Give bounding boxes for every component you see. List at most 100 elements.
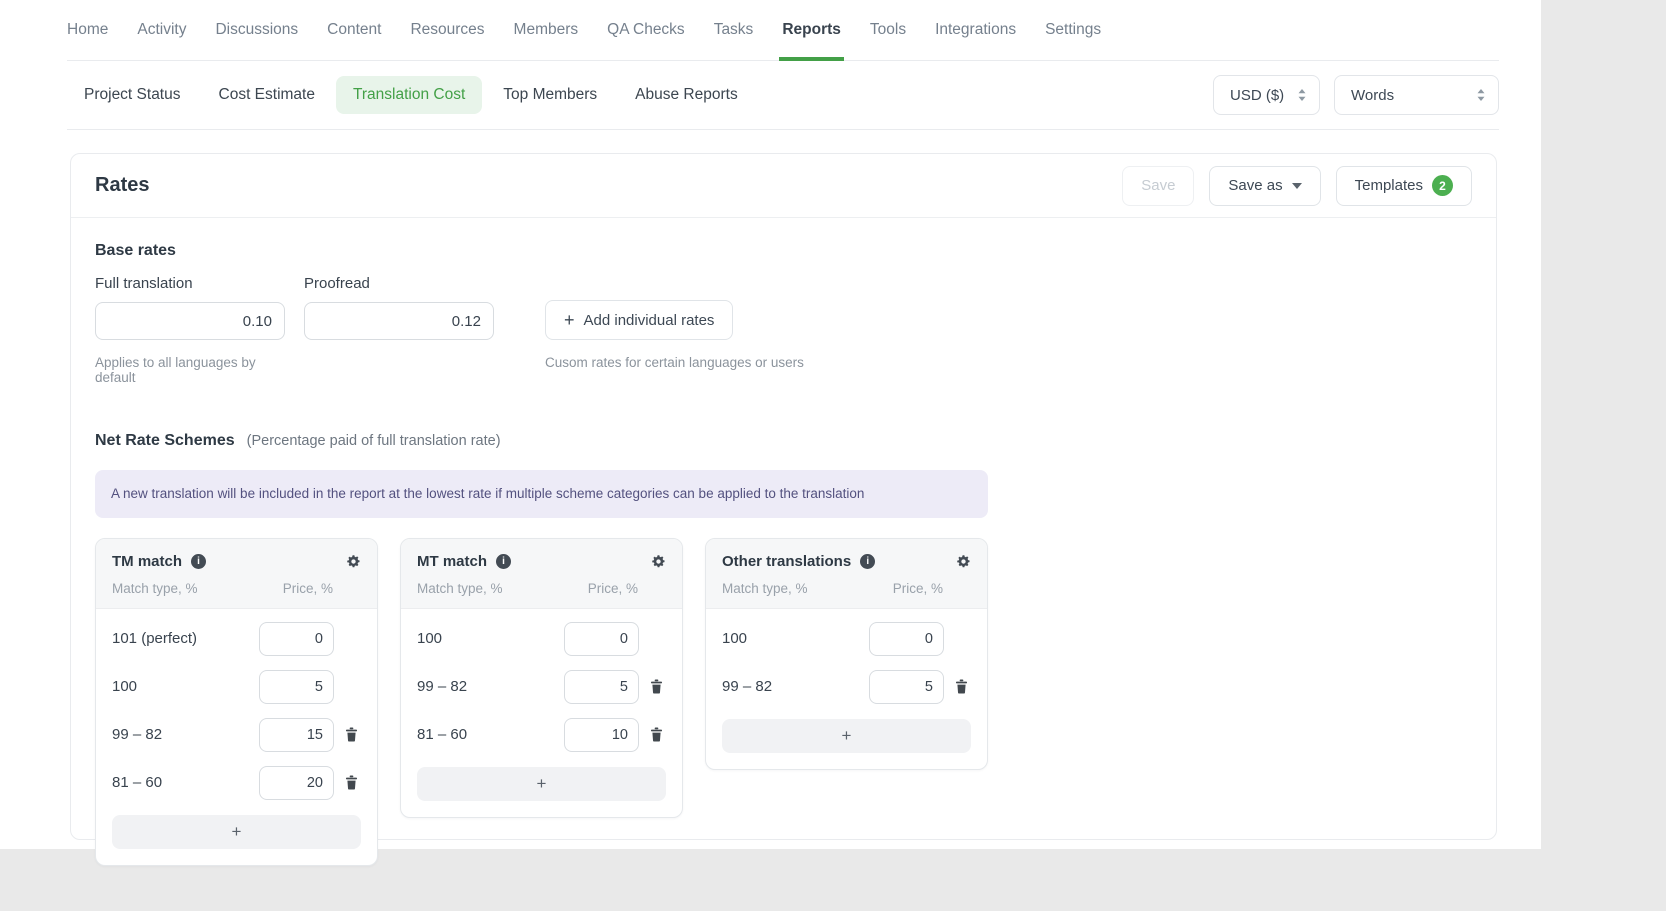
- gear-icon[interactable]: [651, 554, 666, 569]
- mt-match-card: MT match i Match type, % Price, %: [400, 538, 683, 818]
- sort-arrows-icon: [1476, 88, 1486, 102]
- rates-card-body: Base rates Full translation Applies to a…: [71, 218, 1496, 890]
- price-input[interactable]: [564, 622, 639, 656]
- match-type-label: 99 – 82: [722, 678, 772, 695]
- top-nav-item[interactable]: Content: [327, 0, 381, 60]
- match-type-label: 100: [722, 630, 747, 647]
- price-input[interactable]: [259, 622, 334, 656]
- other-translations-title: Other translations: [722, 553, 851, 570]
- price-input[interactable]: [259, 718, 334, 752]
- top-nav-item[interactable]: Activity: [137, 0, 186, 60]
- top-nav-item[interactable]: Resources: [410, 0, 484, 60]
- add-individual-rates-label: Add individual rates: [584, 312, 715, 329]
- match-type-column-header: Match type, %: [417, 581, 503, 596]
- top-nav-item[interactable]: Members: [514, 0, 579, 60]
- plus-icon: +: [564, 311, 575, 329]
- rate-row: 99 – 82: [112, 711, 361, 759]
- net-rate-schemes-heading: Net Rate Schemes (Percentage paid of ful…: [95, 432, 1472, 450]
- report-tab[interactable]: Project Status: [67, 76, 198, 114]
- add-rate-row-button[interactable]: +: [417, 767, 666, 801]
- save-as-label: Save as: [1228, 177, 1282, 194]
- price-column-header: Price, %: [588, 581, 666, 596]
- price-input[interactable]: [869, 622, 944, 656]
- rate-row: 99 – 82: [417, 663, 666, 711]
- match-type-label: 100: [112, 678, 137, 695]
- templates-label: Templates: [1355, 177, 1423, 194]
- price-input[interactable]: [564, 718, 639, 752]
- tm-match-title: TM match: [112, 553, 182, 570]
- rates-card-header: Rates Save Save as Templates 2: [71, 154, 1496, 218]
- scheme-cards-row: TM match i Match type, % Price, %: [95, 538, 1472, 866]
- top-nav-item[interactable]: QA Checks: [607, 0, 685, 60]
- net-rate-schemes-section: Net Rate Schemes (Percentage paid of ful…: [95, 432, 1472, 866]
- tm-match-rows: 101 (perfect) 100: [96, 609, 377, 807]
- net-rate-schemes-subtitle: (Percentage paid of full translation rat…: [247, 433, 501, 449]
- rate-row: 101 (perfect): [112, 615, 361, 663]
- trash-icon[interactable]: [646, 727, 666, 742]
- price-input[interactable]: [259, 670, 334, 704]
- add-individual-rates-button[interactable]: + Add individual rates: [545, 300, 733, 340]
- other-translations-header: Other translations i Match type, % Price…: [706, 539, 987, 609]
- reports-tabs: Project Status Cost Estimate Translation…: [67, 76, 755, 114]
- proofread-label: Proofread: [304, 275, 494, 292]
- top-nav-item[interactable]: Settings: [1045, 0, 1101, 60]
- match-type-column-header: Match type, %: [112, 581, 198, 596]
- currency-select-value: USD ($): [1230, 87, 1284, 104]
- trash-icon[interactable]: [341, 727, 361, 742]
- top-nav-item[interactable]: Tasks: [714, 0, 754, 60]
- rates-card: Rates Save Save as Templates 2 Base rate…: [70, 153, 1497, 840]
- unit-select[interactable]: Words: [1334, 75, 1499, 115]
- match-type-label: 101 (perfect): [112, 630, 197, 647]
- page-title: Rates: [95, 174, 149, 197]
- price-input[interactable]: [259, 766, 334, 800]
- full-translation-field: Full translation Applies to all language…: [95, 275, 285, 385]
- info-icon[interactable]: i: [496, 554, 511, 569]
- full-translation-hint: Applies to all languages by default: [95, 355, 285, 385]
- match-type-label: 81 – 60: [112, 774, 162, 791]
- base-rates-row: Full translation Applies to all language…: [95, 275, 1472, 385]
- tm-match-card: TM match i Match type, % Price, %: [95, 538, 378, 866]
- templates-button[interactable]: Templates 2: [1336, 166, 1472, 206]
- info-icon[interactable]: i: [860, 554, 875, 569]
- rate-row: 81 – 60: [417, 711, 666, 759]
- mt-match-rows: 100 99 – 82: [401, 609, 682, 759]
- report-tab[interactable]: Abuse Reports: [618, 76, 755, 114]
- match-type-label: 99 – 82: [112, 726, 162, 743]
- add-rate-row-button[interactable]: +: [722, 719, 971, 753]
- top-nav-item[interactable]: Reports: [782, 0, 841, 60]
- chevron-down-icon: [1292, 183, 1302, 189]
- reports-subnav: Project Status Cost Estimate Translation…: [67, 61, 1499, 130]
- mt-match-header: MT match i Match type, % Price, %: [401, 539, 682, 609]
- top-navigation: Home Activity Discussions Content Resour…: [67, 0, 1499, 61]
- trash-icon[interactable]: [341, 775, 361, 790]
- rate-row: 100: [722, 615, 971, 663]
- add-individual-hint: Cusom rates for certain languages or use…: [545, 355, 804, 370]
- proofread-input[interactable]: [304, 302, 494, 340]
- price-input[interactable]: [564, 670, 639, 704]
- top-nav-item[interactable]: Tools: [870, 0, 906, 60]
- top-nav-item[interactable]: Integrations: [935, 0, 1016, 60]
- sort-arrows-icon: [1297, 88, 1307, 102]
- full-translation-input[interactable]: [95, 302, 285, 340]
- report-filters: USD ($) Words: [1213, 75, 1499, 115]
- report-tab[interactable]: Translation Cost: [336, 76, 482, 114]
- other-translations-rows: 100 99 – 82: [706, 609, 987, 711]
- trash-icon[interactable]: [951, 679, 971, 694]
- price-input[interactable]: [869, 670, 944, 704]
- gear-icon[interactable]: [346, 554, 361, 569]
- price-column-header: Price, %: [893, 581, 971, 596]
- info-icon[interactable]: i: [191, 554, 206, 569]
- save-as-button[interactable]: Save as: [1209, 166, 1320, 206]
- add-rate-row-button[interactable]: +: [112, 815, 361, 849]
- gear-icon[interactable]: [956, 554, 971, 569]
- match-type-label: 100: [417, 630, 442, 647]
- currency-select[interactable]: USD ($): [1213, 75, 1320, 115]
- save-button[interactable]: Save: [1122, 166, 1194, 206]
- lowest-rate-info-banner: A new translation will be included in th…: [95, 470, 988, 518]
- rate-row: 99 – 82: [722, 663, 971, 711]
- top-nav-item[interactable]: Home: [67, 0, 108, 60]
- report-tab[interactable]: Top Members: [486, 76, 614, 114]
- report-tab[interactable]: Cost Estimate: [202, 76, 332, 114]
- trash-icon[interactable]: [646, 679, 666, 694]
- top-nav-item[interactable]: Discussions: [215, 0, 298, 60]
